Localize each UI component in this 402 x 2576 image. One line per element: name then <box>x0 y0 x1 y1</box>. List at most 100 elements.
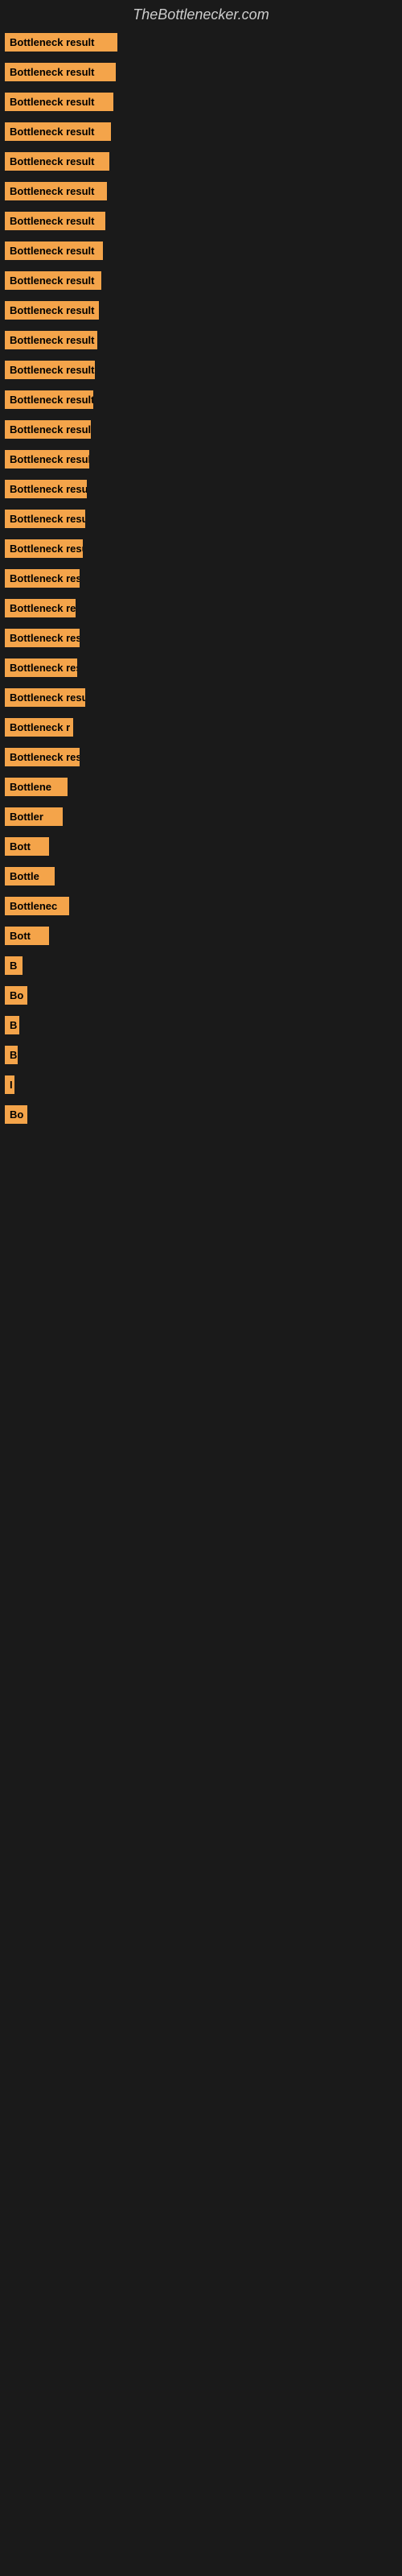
bar-row-26: Bottler <box>0 807 402 826</box>
bottleneck-bar-14[interactable]: Bottleneck result <box>5 450 89 469</box>
bar-row-28: Bottle <box>0 867 402 886</box>
bottleneck-bar-4[interactable]: Bottleneck result <box>5 152 109 171</box>
bar-row-24: Bottleneck resu <box>0 748 402 766</box>
bottleneck-bar-12[interactable]: Bottleneck result <box>5 390 93 409</box>
bottleneck-bar-5[interactable]: Bottleneck result <box>5 182 107 200</box>
bottleneck-label-33: B <box>10 1019 17 1031</box>
bar-row-10: Bottleneck result <box>0 331 402 349</box>
bar-row-35: I <box>0 1075 402 1094</box>
bottleneck-bar-35[interactable]: I <box>5 1075 14 1094</box>
bottleneck-label-2: Bottleneck result <box>10 96 94 108</box>
bottleneck-label-29: Bottlenec <box>10 900 57 912</box>
bottleneck-bar-34[interactable]: B <box>5 1046 18 1064</box>
bottleneck-label-32: Bo <box>10 989 23 1001</box>
bottleneck-bar-19[interactable]: Bottleneck re <box>5 599 76 617</box>
bottleneck-label-19: Bottleneck re <box>10 602 76 614</box>
bottleneck-bar-22[interactable]: Bottleneck result <box>5 688 85 707</box>
bar-row-16: Bottleneck result <box>0 510 402 528</box>
bottleneck-label-17: Bottleneck result <box>10 543 83 555</box>
bar-row-29: Bottlenec <box>0 897 402 915</box>
bottleneck-bar-17[interactable]: Bottleneck result <box>5 539 83 558</box>
bottleneck-label-6: Bottleneck result <box>10 215 94 227</box>
bottleneck-label-0: Bottleneck result <box>10 36 94 48</box>
bottleneck-bar-33[interactable]: B <box>5 1016 19 1034</box>
bar-row-1: Bottleneck result <box>0 63 402 81</box>
bottleneck-label-18: Bottleneck resu <box>10 572 80 584</box>
bar-row-25: Bottlene <box>0 778 402 796</box>
bar-row-5: Bottleneck result <box>0 182 402 200</box>
bottleneck-label-21: Bottleneck res <box>10 662 77 674</box>
bottleneck-label-5: Bottleneck result <box>10 185 94 197</box>
bottleneck-bar-0[interactable]: Bottleneck result <box>5 33 117 52</box>
bottleneck-label-11: Bottleneck result <box>10 364 94 376</box>
bar-row-23: Bottleneck r <box>0 718 402 737</box>
bar-row-8: Bottleneck result <box>0 271 402 290</box>
bar-row-19: Bottleneck re <box>0 599 402 617</box>
bottleneck-label-7: Bottleneck result <box>10 245 94 257</box>
bottleneck-bar-23[interactable]: Bottleneck r <box>5 718 73 737</box>
bottleneck-label-13: Bottleneck result <box>10 423 91 436</box>
bottleneck-bar-32[interactable]: Bo <box>5 986 27 1005</box>
site-title: TheBottlenecker.com <box>0 0 402 33</box>
bar-row-31: B <box>0 956 402 975</box>
bottleneck-bar-20[interactable]: Bottleneck resu <box>5 629 80 647</box>
bottleneck-bar-28[interactable]: Bottle <box>5 867 55 886</box>
bottleneck-bar-16[interactable]: Bottleneck result <box>5 510 85 528</box>
bar-row-32: Bo <box>0 986 402 1005</box>
bottleneck-bar-10[interactable]: Bottleneck result <box>5 331 97 349</box>
bottleneck-bar-24[interactable]: Bottleneck resu <box>5 748 80 766</box>
bottleneck-bar-31[interactable]: B <box>5 956 23 975</box>
bottleneck-label-24: Bottleneck resu <box>10 751 80 763</box>
bottleneck-bar-6[interactable]: Bottleneck result <box>5 212 105 230</box>
bar-row-30: Bott <box>0 927 402 945</box>
bottleneck-label-23: Bottleneck r <box>10 721 70 733</box>
bar-row-6: Bottleneck result <box>0 212 402 230</box>
bottleneck-label-25: Bottlene <box>10 781 51 793</box>
bottleneck-bar-30[interactable]: Bott <box>5 927 49 945</box>
bottleneck-bar-36[interactable]: Bo <box>5 1105 27 1124</box>
bottleneck-label-3: Bottleneck result <box>10 126 94 138</box>
bottleneck-bar-8[interactable]: Bottleneck result <box>5 271 101 290</box>
bottleneck-label-22: Bottleneck result <box>10 691 85 704</box>
bar-row-22: Bottleneck result <box>0 688 402 707</box>
bottleneck-bar-15[interactable]: Bottleneck result <box>5 480 87 498</box>
bottleneck-label-8: Bottleneck result <box>10 275 94 287</box>
bar-row-11: Bottleneck result <box>0 361 402 379</box>
bottleneck-bar-9[interactable]: Bottleneck result <box>5 301 99 320</box>
bottleneck-label-9: Bottleneck result <box>10 304 94 316</box>
bottleneck-bar-13[interactable]: Bottleneck result <box>5 420 91 439</box>
bottleneck-bar-29[interactable]: Bottlenec <box>5 897 69 915</box>
bottleneck-bar-11[interactable]: Bottleneck result <box>5 361 95 379</box>
bottleneck-label-1: Bottleneck result <box>10 66 94 78</box>
bottleneck-bar-18[interactable]: Bottleneck resu <box>5 569 80 588</box>
bar-row-12: Bottleneck result <box>0 390 402 409</box>
bar-row-36: Bo <box>0 1105 402 1124</box>
bottleneck-bar-7[interactable]: Bottleneck result <box>5 242 103 260</box>
bottleneck-label-15: Bottleneck result <box>10 483 87 495</box>
bottleneck-bar-21[interactable]: Bottleneck res <box>5 658 77 677</box>
bottleneck-label-10: Bottleneck result <box>10 334 94 346</box>
bar-row-15: Bottleneck result <box>0 480 402 498</box>
bottleneck-bar-25[interactable]: Bottlene <box>5 778 68 796</box>
bottleneck-bar-27[interactable]: Bott <box>5 837 49 856</box>
bottleneck-label-34: B <box>10 1049 17 1061</box>
bar-row-9: Bottleneck result <box>0 301 402 320</box>
bottleneck-label-36: Bo <box>10 1108 23 1121</box>
bar-row-21: Bottleneck res <box>0 658 402 677</box>
bar-row-3: Bottleneck result <box>0 122 402 141</box>
bottleneck-label-35: I <box>10 1079 13 1091</box>
bar-row-0: Bottleneck result <box>0 33 402 52</box>
bar-row-17: Bottleneck result <box>0 539 402 558</box>
bottleneck-bar-1[interactable]: Bottleneck result <box>5 63 116 81</box>
bottleneck-bar-3[interactable]: Bottleneck result <box>5 122 111 141</box>
bar-row-20: Bottleneck resu <box>0 629 402 647</box>
bar-row-33: B <box>0 1016 402 1034</box>
bottleneck-label-4: Bottleneck result <box>10 155 94 167</box>
bar-row-4: Bottleneck result <box>0 152 402 171</box>
bottleneck-label-31: B <box>10 960 17 972</box>
bottleneck-label-20: Bottleneck resu <box>10 632 80 644</box>
bottleneck-bar-26[interactable]: Bottler <box>5 807 63 826</box>
bottleneck-bar-2[interactable]: Bottleneck result <box>5 93 113 111</box>
bottleneck-label-16: Bottleneck result <box>10 513 85 525</box>
bar-row-7: Bottleneck result <box>0 242 402 260</box>
